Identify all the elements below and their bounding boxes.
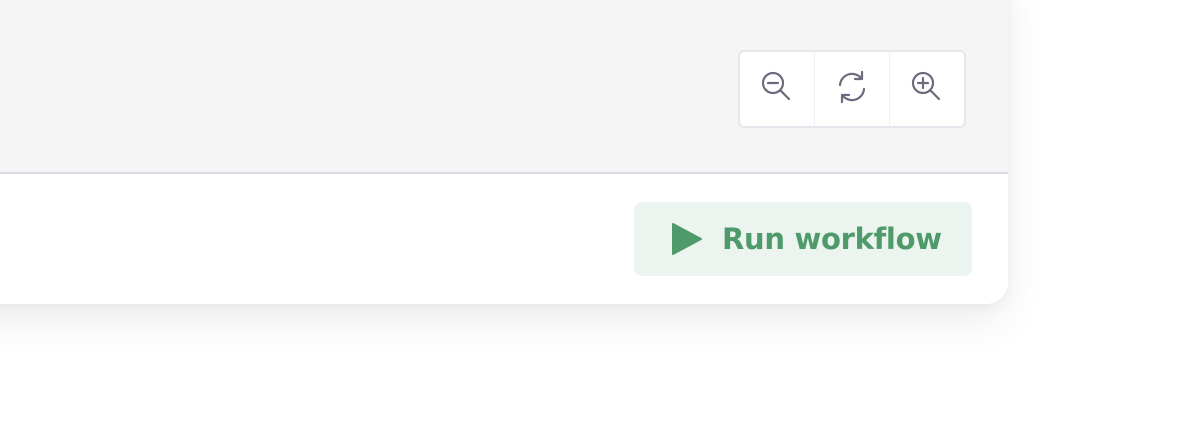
refresh-icon [831, 66, 873, 112]
panel-footer: Run workflow [0, 174, 1008, 304]
zoom-in-icon [906, 66, 948, 112]
zoom-out-button[interactable] [740, 52, 814, 126]
workflow-panel: Run workflow [0, 0, 1008, 304]
workflow-canvas[interactable] [0, 0, 1008, 174]
run-workflow-button[interactable]: Run workflow [634, 202, 972, 276]
zoom-controls [738, 50, 966, 128]
zoom-out-icon [756, 66, 798, 112]
reset-zoom-button[interactable] [814, 52, 889, 126]
play-icon [670, 222, 704, 256]
run-workflow-label: Run workflow [722, 222, 942, 256]
zoom-in-button[interactable] [889, 52, 964, 126]
